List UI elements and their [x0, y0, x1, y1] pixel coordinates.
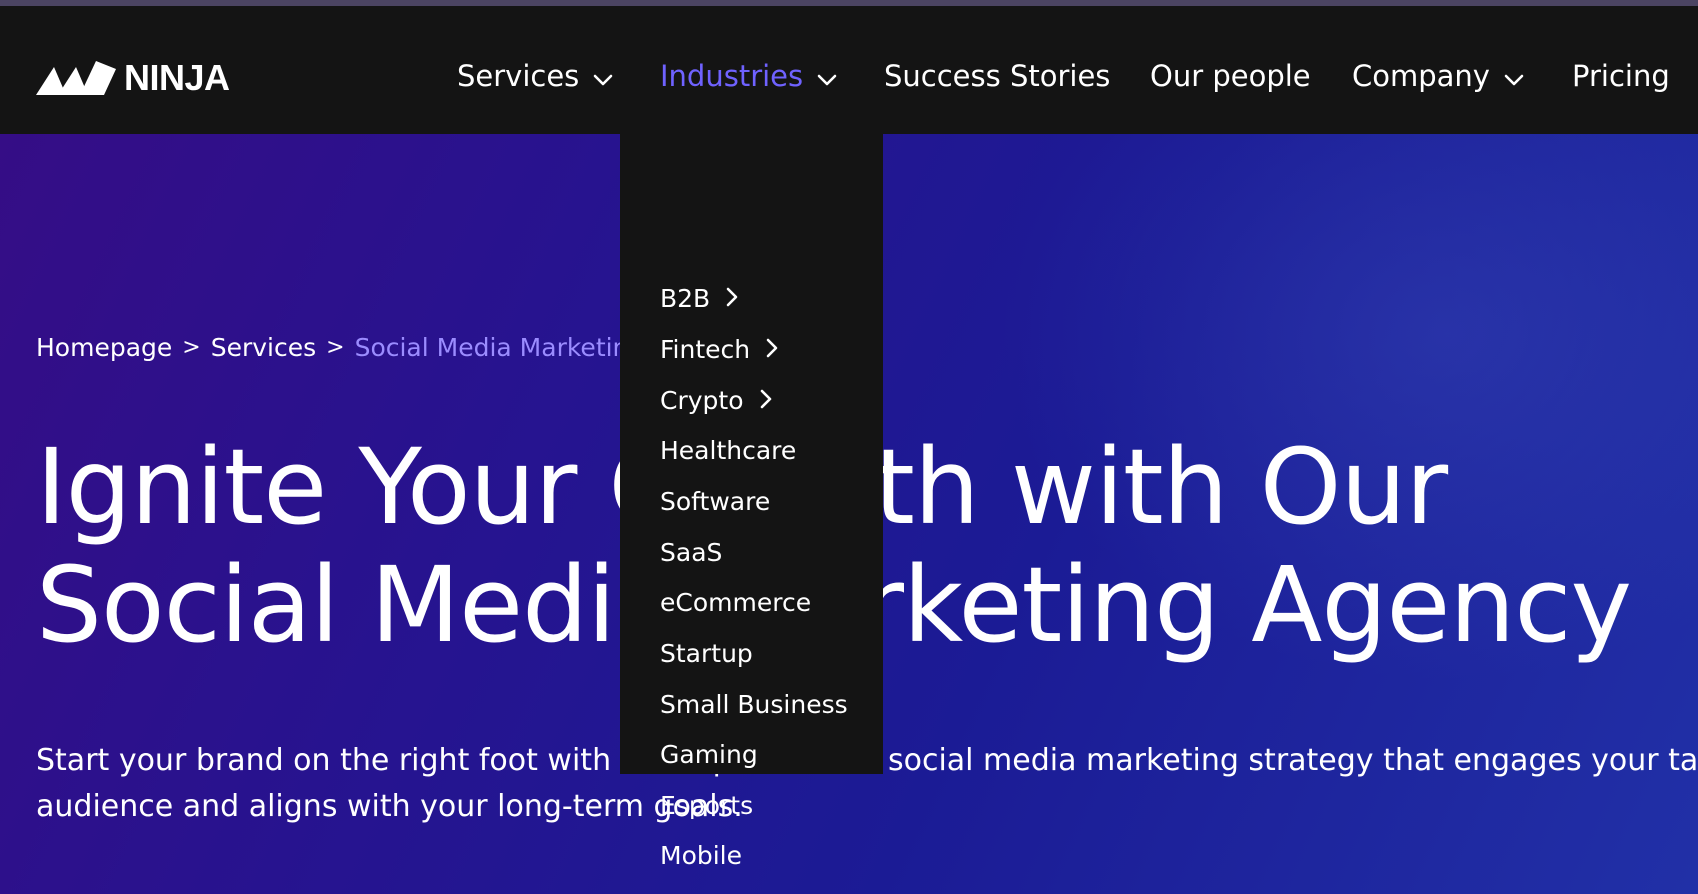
industries-item-crypto[interactable]: Crypto — [660, 382, 772, 418]
industries-item-b2b[interactable]: B2B — [660, 280, 738, 316]
nav-industries-label: Industries — [660, 59, 804, 93]
chevron-right-icon — [766, 335, 778, 364]
industries-item-label: Healthcare — [660, 435, 797, 465]
industries-item-label: SaaS — [660, 537, 723, 567]
industries-item-label: Fintech — [660, 334, 751, 364]
industries-item-esports[interactable]: Esports — [660, 787, 753, 823]
industries-item-label: Gaming — [660, 739, 758, 769]
brand-name: NINJA — [124, 57, 230, 98]
nav-our-people[interactable]: Our people — [1150, 54, 1311, 98]
breadcrumb-services-link[interactable]: Services — [211, 333, 316, 362]
breadcrumb-home-link[interactable]: Homepage — [36, 333, 172, 362]
industries-item-label: B2B — [660, 283, 711, 313]
chevron-down-icon — [593, 59, 613, 93]
top-navigation-bar: NINJA Services Industries Success Storie… — [0, 6, 1698, 134]
breadcrumb-separator: > — [182, 334, 201, 360]
nav-success-stories-label: Success Stories — [884, 59, 1111, 93]
nav-pricing-label: Pricing — [1572, 59, 1670, 93]
nav-pricing[interactable]: Pricing — [1572, 54, 1670, 98]
industries-dropdown-menu: B2B Fintech Crypto Healthcare Software S… — [620, 134, 883, 870]
industries-item-fintech[interactable]: Fintech — [660, 331, 778, 367]
industries-item-mobile[interactable]: Mobile — [660, 837, 742, 873]
industries-item-label: Mobile — [660, 840, 743, 870]
hero-description-line-2: audience and aligns with your long-term … — [36, 789, 743, 824]
nav-our-people-label: Our people — [1150, 59, 1311, 93]
breadcrumb: Homepage > Services > Social Media Marke… — [36, 330, 644, 364]
industries-item-software[interactable]: Software — [660, 483, 770, 519]
chevron-right-icon — [760, 386, 772, 415]
chevron-right-icon — [726, 284, 738, 313]
industries-item-label: Crypto — [660, 385, 744, 415]
industries-item-label: Software — [660, 486, 771, 516]
nav-services-label: Services — [457, 59, 580, 93]
nav-success-stories[interactable]: Success Stories — [884, 54, 1110, 98]
nav-company-label: Company — [1352, 59, 1490, 93]
brand-logo[interactable]: NINJA — [36, 57, 230, 98]
industries-item-label: Small Business — [660, 689, 848, 719]
industries-item-label: Startup — [660, 638, 753, 668]
industries-item-label: eCommerce — [660, 587, 812, 617]
nav-industries[interactable]: Industries — [660, 54, 837, 98]
industries-item-gaming[interactable]: Gaming — [660, 736, 758, 772]
ninja-logo-icon — [36, 61, 116, 95]
industries-item-label: Esports — [660, 790, 754, 820]
industries-item-small-business[interactable]: Small Business — [660, 686, 848, 722]
nav-company[interactable]: Company — [1352, 54, 1524, 98]
nav-services[interactable]: Services — [457, 54, 613, 98]
chevron-down-icon — [1504, 59, 1524, 93]
industries-item-saas[interactable]: SaaS — [660, 534, 722, 570]
industries-item-ecommerce[interactable]: eCommerce — [660, 584, 811, 620]
industries-item-healthcare[interactable]: Healthcare — [660, 432, 796, 468]
industries-item-startup[interactable]: Startup — [660, 635, 753, 671]
breadcrumb-current-page: Social Media Marketing — [354, 332, 645, 362]
chevron-down-icon — [817, 59, 837, 93]
breadcrumb-separator: > — [326, 334, 345, 360]
